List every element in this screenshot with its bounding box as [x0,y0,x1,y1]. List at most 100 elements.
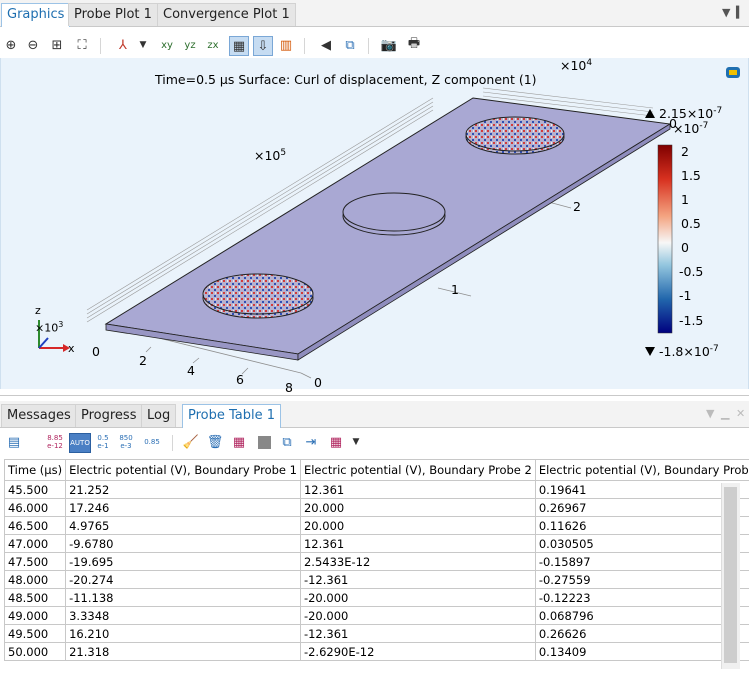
scene-light-icon[interactable]: ⇩ [253,36,273,56]
tab-progress[interactable]: Progress [75,404,142,427]
copy-table-icon[interactable]: ⧉ [278,433,296,451]
table-cell[interactable]: -0.12223 [535,589,749,607]
table-to-graph-icon[interactable]: ▦ [230,433,248,451]
table-cell[interactable]: 0.26626 [535,625,749,643]
column-header-probe-3[interactable]: Electric potential (V), Boundary Probe 3 [535,460,749,481]
format-engineering-3-button[interactable]: 850 e-3 [117,433,135,451]
table-row[interactable]: 46.5004.976520.0000.11626 [5,517,749,535]
table-cell[interactable]: 12.361 [300,481,535,499]
table-cell[interactable]: 12.361 [300,535,535,553]
tab-probe-table-1[interactable]: Probe Table 1 [182,404,281,428]
format-engineering-button[interactable]: 0.5 e-1 [95,433,111,451]
zoom-out-icon[interactable]: ⊖ [24,36,42,54]
tab-log[interactable]: Log [141,404,176,427]
table-cell[interactable]: 48.000 [5,571,66,589]
print-icon[interactable]: 🖶 [405,36,423,54]
delete-icon[interactable]: 🗑 [206,433,224,451]
table-cell[interactable]: 48.500 [5,589,66,607]
column-header-probe-2[interactable]: Electric potential (V), Boundary Probe 2 [300,460,535,481]
table-cell[interactable]: 49.500 [5,625,66,643]
zoom-box-icon[interactable]: ⊞ [48,36,66,54]
table-cell[interactable]: -19.695 [66,553,301,571]
table-cell[interactable]: 3.3348 [66,607,301,625]
table-row[interactable]: 50.00021.318-2.6290E-120.13409 [5,643,749,661]
tab-list-dropdown-icon[interactable]: ▼ [722,6,730,19]
table-cell[interactable]: -20.000 [300,589,535,607]
table-row[interactable]: 46.00017.24620.0000.26967 [5,499,749,517]
table-cell[interactable]: -11.138 [66,589,301,607]
table-row[interactable]: 47.000-9.678012.3610.030505 [5,535,749,553]
column-header-probe-1[interactable]: Electric potential (V), Boundary Probe 1 [66,460,301,481]
scrollbar-thumb[interactable] [724,487,737,663]
table-cell[interactable]: -9.6780 [66,535,301,553]
table-cell[interactable]: -0.15897 [535,553,749,571]
column-header-time[interactable]: Time (μs) [5,460,66,481]
table-cell[interactable]: -20.274 [66,571,301,589]
table-row[interactable]: 48.000-20.274-12.361-0.27559 [5,571,749,589]
tab-list-dropdown-icon[interactable]: ▼ [706,407,714,420]
table-row[interactable]: 47.500-19.6952.5433E-12-0.15897 [5,553,749,571]
table-cell[interactable]: -12.361 [300,625,535,643]
export-icon[interactable]: ⇥ [302,433,320,451]
table-style-icon[interactable]: ▦ [327,433,345,451]
table-cell[interactable]: -20.000 [300,607,535,625]
table-cell[interactable]: 47.000 [5,535,66,553]
zx-view-icon[interactable]: zx [204,36,222,54]
camera-icon[interactable]: 📷 [380,36,398,54]
view-dropdown-icon[interactable]: ▼ [134,36,152,54]
table-cell[interactable]: 0.030505 [535,535,749,553]
table-cell[interactable]: 20.000 [300,499,535,517]
table-row[interactable]: 45.50021.25212.3610.19641 [5,481,749,499]
table-cell[interactable]: -0.27559 [535,571,749,589]
format-auto-button[interactable]: AUTO [69,433,91,453]
table-cell[interactable]: 50.000 [5,643,66,661]
colorbar-toggle-icon[interactable]: ▥ [277,36,295,54]
table-cell[interactable]: 49.000 [5,607,66,625]
table-cell[interactable]: -12.361 [300,571,535,589]
stop-icon[interactable] [255,433,273,451]
table-cell[interactable]: 17.246 [66,499,301,517]
format-decimal-button[interactable]: 0.85 [141,433,163,451]
close-icon[interactable]: ✕ [736,407,745,420]
table-cell[interactable]: 4.9765 [66,517,301,535]
table-cell[interactable]: -2.6290E-12 [300,643,535,661]
table-cell[interactable]: 0.19641 [535,481,749,499]
play-audio-icon[interactable]: ◀ [317,36,335,54]
table-scrollbar[interactable] [721,483,740,669]
tab-messages[interactable]: Messages [1,404,77,427]
table-cell[interactable]: 20.000 [300,517,535,535]
axis-orientation-icon[interactable]: ⅄ [114,36,132,54]
table-row[interactable]: 49.50016.210-12.3610.26626 [5,625,749,643]
clear-table-icon[interactable]: 🧹 [182,433,200,451]
table-cell[interactable]: 2.5433E-12 [300,553,535,571]
table-layout-icon[interactable]: ▤ [5,433,23,451]
format-scientific-button[interactable]: 8.85 e-12 [44,433,66,451]
pin-icon[interactable]: ▍ [736,6,744,19]
table-cell[interactable]: 0.11626 [535,517,749,535]
table-cell[interactable]: 0.13409 [535,643,749,661]
zoom-in-icon[interactable]: ⊕ [2,36,20,54]
table-cell[interactable]: 16.210 [66,625,301,643]
tab-probe-plot-1[interactable]: Probe Plot 1 [68,3,158,26]
table-cell[interactable]: 46.000 [5,499,66,517]
table-cell[interactable]: 46.500 [5,517,66,535]
table-cell[interactable]: 47.500 [5,553,66,571]
tab-convergence-plot-1[interactable]: Convergence Plot 1 [157,3,296,26]
yz-view-icon[interactable]: yz [181,36,199,54]
tab-graphics[interactable]: Graphics [1,3,70,27]
xy-view-icon[interactable]: xy [158,36,176,54]
minimize-icon[interactable]: ▁ [721,407,729,420]
table-cell[interactable]: 0.26967 [535,499,749,517]
table-cell[interactable]: 0.068796 [535,607,749,625]
table-cell[interactable]: 21.318 [66,643,301,661]
table-row[interactable]: 49.0003.3348-20.0000.068796 [5,607,749,625]
grid-icon[interactable]: ▦ [229,36,249,56]
y-tick-2: 2 [573,199,581,214]
table-cell[interactable]: 21.252 [66,481,301,499]
copy-image-icon[interactable]: ⧉ [341,36,359,54]
table-cell[interactable]: 45.500 [5,481,66,499]
table-row[interactable]: 48.500-11.138-20.000-0.12223 [5,589,749,607]
table-style-dropdown-icon[interactable]: ▼ [347,433,365,451]
zoom-extents-icon[interactable]: ⛶ [73,36,91,54]
graphics-canvas[interactable]: Time=0.5 μs Surface: Curl of displacemen… [0,58,749,389]
